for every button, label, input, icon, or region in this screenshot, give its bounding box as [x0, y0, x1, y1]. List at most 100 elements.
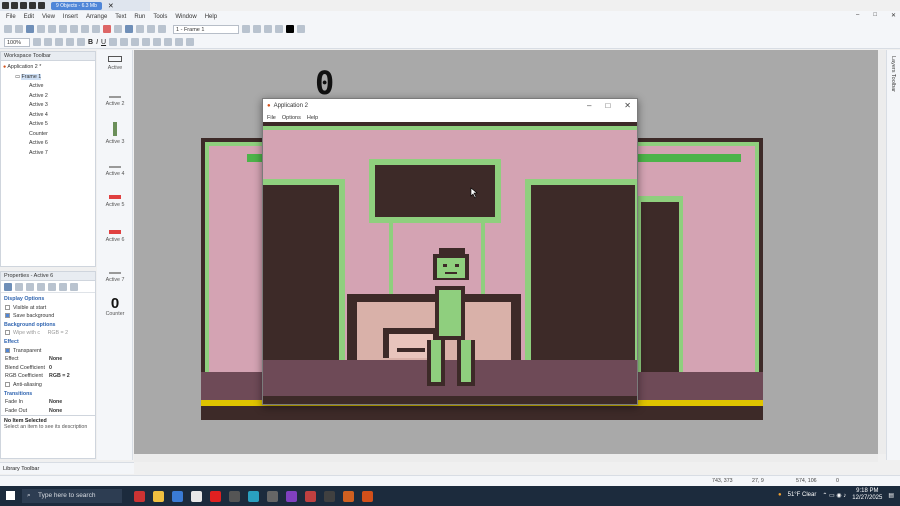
event-editor-icon[interactable] [147, 25, 155, 33]
app-menu-help[interactable]: Help [307, 115, 318, 121]
runtime-tab-icon[interactable] [37, 282, 45, 291]
zoom-in-icon[interactable] [33, 38, 41, 46]
align-left-icon[interactable] [109, 38, 118, 46]
delete-icon[interactable] [70, 25, 78, 33]
horizontal-scrollbar[interactable] [134, 454, 878, 462]
undo-icon[interactable] [81, 25, 89, 33]
checkbox-icon[interactable] [5, 330, 10, 336]
fusion-icon[interactable] [362, 490, 373, 502]
prop-save-background[interactable]: Save background [1, 312, 95, 321]
align-right-icon[interactable] [131, 38, 140, 46]
app-menu-options[interactable]: Options [282, 115, 301, 121]
layers-toolbar[interactable]: Layers Toolbar [886, 50, 900, 460]
snap-icon[interactable] [275, 25, 283, 33]
align-center-icon[interactable] [120, 38, 129, 46]
app-minimize-icon[interactable]: – [587, 101, 591, 110]
align-middle-icon[interactable] [153, 38, 162, 46]
prop-rgb-coefficient[interactable]: RGB Coefficient RGB = 2 [1, 372, 95, 381]
object-active-4[interactable]: Active 4 [97, 166, 133, 177]
align-bottom-icon[interactable] [164, 38, 173, 46]
taskbar-search[interactable]: ⌕ Type here to search [22, 489, 122, 503]
library-toolbar[interactable]: Library Toolbar [0, 462, 134, 474]
open-icon[interactable] [15, 25, 23, 33]
close-window-icon[interactable]: ✕ [891, 12, 896, 19]
notifications-icon[interactable]: ▤ [888, 492, 894, 499]
tree-item-active[interactable]: Active [3, 82, 95, 92]
prev-frame-icon[interactable] [242, 25, 250, 33]
object-active-7[interactable]: Active 7 [97, 272, 133, 283]
windows-start-icon[interactable] [6, 491, 15, 500]
zoom-select[interactable]: 100% [4, 37, 30, 47]
close-icon[interactable]: ✕ [108, 2, 114, 10]
vertical-scrollbar[interactable] [878, 50, 886, 454]
italic-icon[interactable]: I [96, 39, 98, 46]
build-icon[interactable] [125, 25, 133, 33]
prop-visible-at-start[interactable]: Visible at start [1, 304, 95, 313]
mail-icon[interactable] [172, 490, 183, 502]
next-frame-icon[interactable] [253, 25, 261, 33]
prop-fade-in[interactable]: Fade In None [1, 398, 95, 407]
storyboard-icon[interactable] [136, 25, 144, 33]
right-health-bar[interactable] [637, 154, 741, 162]
tree-item-counter[interactable]: Counter [3, 130, 95, 140]
object-active-5[interactable]: Active 5 [97, 195, 133, 208]
tree-frame[interactable]: ▭ Frame 1 [3, 73, 95, 83]
events-tab-icon[interactable] [59, 282, 67, 291]
minimize-icon[interactable]: – [856, 12, 859, 19]
app-maximize-icon[interactable]: □ [605, 101, 610, 110]
clock[interactable]: 9:18 PM 12/27/2025 [852, 488, 882, 502]
x-app-icon[interactable] [229, 490, 240, 502]
tree-item-active-6[interactable]: Active 6 [3, 139, 95, 149]
checkbox-checked-icon[interactable] [5, 313, 10, 319]
save-icon[interactable] [26, 25, 34, 33]
prop-blend-coefficient[interactable]: Blend Coefficient 0 [1, 364, 95, 373]
menu-help[interactable]: Help [205, 14, 217, 20]
app-menu-file[interactable]: File [267, 115, 276, 121]
bold-icon[interactable]: B [88, 39, 93, 46]
app-9-icon[interactable] [286, 490, 297, 502]
checkbox-checked-icon[interactable] [5, 347, 10, 353]
tree-item-active-2[interactable]: Active 2 [3, 92, 95, 102]
game-view[interactable] [263, 122, 637, 404]
news-app-icon[interactable] [134, 490, 145, 502]
frame-editor-icon[interactable] [158, 25, 166, 33]
edge-icon[interactable] [248, 490, 259, 502]
counter-object[interactable]: 0 [315, 66, 334, 100]
color-icon[interactable] [286, 25, 294, 33]
weather[interactable]: 51°F Clear [788, 492, 817, 498]
redo-icon[interactable] [92, 25, 100, 33]
prop-effect[interactable]: Effect None [1, 355, 95, 364]
cut-icon[interactable] [37, 25, 45, 33]
prop-anti-aliasing[interactable]: Anti-aliasing [1, 381, 95, 390]
layers-icon[interactable] [77, 38, 85, 46]
menu-arrange[interactable]: Arrange [86, 14, 107, 20]
tree-item-active-4[interactable]: Active 4 [3, 111, 95, 121]
menu-insert[interactable]: Insert [63, 14, 78, 20]
prop-wipe-with[interactable]: Wipe with c RGB = 2 [1, 329, 95, 338]
run-frame-icon[interactable] [114, 25, 122, 33]
menu-run[interactable]: Run [134, 14, 145, 20]
menu-file[interactable]: File [6, 14, 16, 20]
file-explorer-icon[interactable] [153, 490, 164, 502]
about-tab-icon[interactable] [70, 282, 78, 291]
menu-edit[interactable]: Edit [24, 14, 34, 20]
display-tab-icon[interactable] [15, 282, 23, 291]
checkbox-icon[interactable] [5, 382, 10, 388]
steam-icon[interactable] [267, 490, 278, 502]
menu-text[interactable]: Text [115, 14, 126, 20]
pause-icon[interactable] [20, 2, 27, 9]
tree-item-active-7[interactable]: Active 7 [3, 149, 95, 159]
next-icon[interactable] [29, 2, 36, 9]
fill-icon[interactable] [297, 25, 305, 33]
tree-item-active-3[interactable]: Active 3 [3, 101, 95, 111]
maximize-icon[interactable]: □ [873, 12, 877, 19]
youtube-icon[interactable] [210, 490, 221, 502]
grid-toggle-icon[interactable] [55, 38, 63, 46]
run-app-icon[interactable] [103, 25, 111, 33]
application-window[interactable]: ● Application 2 – □ ✕ File Options Help [262, 98, 638, 405]
object-active[interactable]: Active [97, 56, 133, 71]
right-door[interactable] [641, 202, 679, 376]
object-counter[interactable]: 0 Counter [97, 296, 133, 317]
object-active-2[interactable]: Active 2 [97, 96, 133, 107]
app-11-icon[interactable] [324, 490, 335, 502]
